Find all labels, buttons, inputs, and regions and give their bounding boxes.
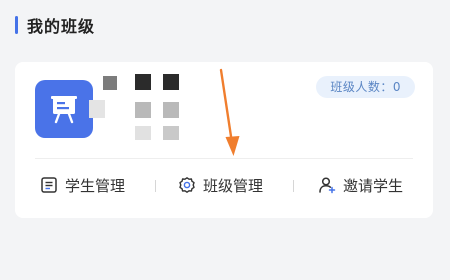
student-list-icon — [39, 175, 59, 195]
class-management-label: 班级管理 — [203, 176, 264, 195]
invite-user-icon — [317, 175, 337, 195]
class-management-button[interactable]: 班级管理 — [177, 170, 263, 200]
class-card[interactable]: 班级人数：0 学生管理 班级管理 邀请学生 — [15, 62, 433, 218]
section-accent-bar — [15, 16, 18, 34]
student-management-button[interactable]: 学生管理 — [39, 170, 125, 200]
student-management-label: 学生管理 — [65, 176, 126, 195]
invite-students-label: 邀请学生 — [343, 176, 404, 195]
action-separator — [155, 180, 156, 192]
section-header: 我的班级 — [15, 14, 95, 36]
settings-gear-icon — [177, 175, 197, 195]
section-title: 我的班级 — [27, 17, 96, 36]
class-actions-bar: 学生管理 班级管理 邀请学生 — [15, 170, 433, 200]
action-separator — [293, 180, 294, 192]
invite-students-button[interactable]: 邀请学生 — [317, 170, 403, 200]
student-count-badge: 班级人数：0 — [316, 76, 415, 98]
presentation-board-icon — [35, 80, 93, 138]
card-divider — [35, 158, 413, 159]
